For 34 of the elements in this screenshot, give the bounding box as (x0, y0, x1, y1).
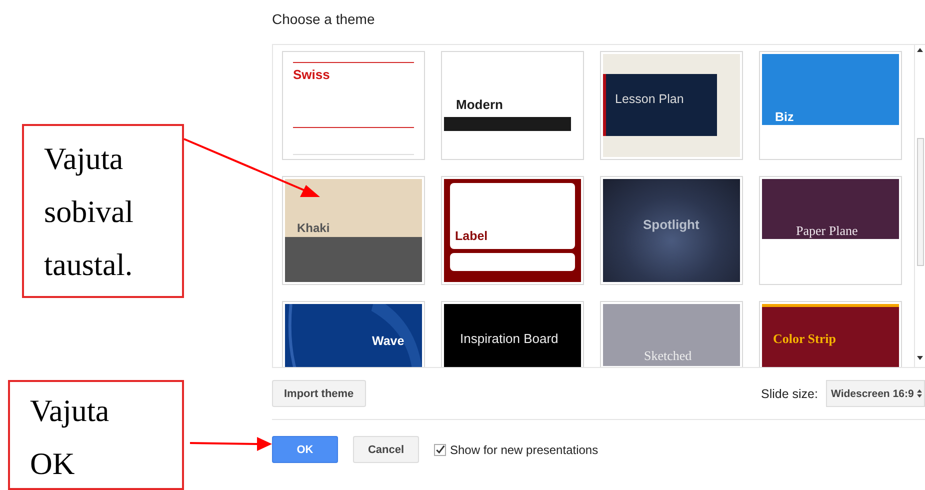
dialog-title: Choose a theme (272, 11, 376, 29)
theme-name: Lesson Plan (615, 92, 684, 106)
theme-name: Swiss (293, 67, 330, 82)
theme-thumbnail[interactable]: Biz (759, 51, 902, 160)
checkbox-label: Show for new presentations (450, 442, 598, 456)
theme-name: Sketched (644, 348, 692, 364)
slide-size-select[interactable]: Widescreen 16:9 (826, 380, 925, 407)
theme-name: Inspiration Board (460, 331, 558, 346)
sort-arrows-icon (916, 389, 922, 398)
theme-name: Wave (372, 334, 404, 348)
theme-thumbnail[interactable]: Modern (441, 51, 584, 160)
theme-thumbnail[interactable]: Lesson Plan (600, 51, 743, 160)
theme-name: Khaki (297, 221, 330, 235)
theme-name: Label (455, 229, 488, 243)
theme-name: Modern (456, 97, 503, 112)
theme-thumbnail[interactable]: Khaki (282, 176, 425, 285)
theme-name: Spotlight (643, 217, 700, 232)
slide-size-label: Slide size: (761, 386, 818, 400)
scrollbar[interactable] (914, 45, 925, 367)
theme-name: Biz (775, 110, 794, 124)
theme-thumbnail[interactable]: Label (441, 176, 584, 285)
checkbox[interactable] (434, 444, 446, 456)
theme-thumbnail[interactable]: Inspiration Board (441, 301, 584, 367)
theme-thumbnail[interactable]: Spotlight (600, 176, 743, 285)
theme-thumbnail[interactable]: Wave (282, 301, 425, 367)
theme-thumbnail[interactable]: Swiss (282, 51, 425, 160)
theme-name: Color Strip (773, 331, 836, 347)
theme-thumbnail[interactable]: Paper Plane (759, 176, 902, 285)
callout: Vajuta sobival taustal. (22, 124, 184, 298)
theme-thumbnail[interactable]: Color Strip (759, 301, 902, 367)
callout: Vajuta OK (8, 380, 184, 490)
cancel-button[interactable]: Cancel (353, 436, 419, 463)
import-theme-button[interactable]: Import theme (272, 380, 366, 407)
theme-name: Paper Plane (796, 223, 858, 239)
